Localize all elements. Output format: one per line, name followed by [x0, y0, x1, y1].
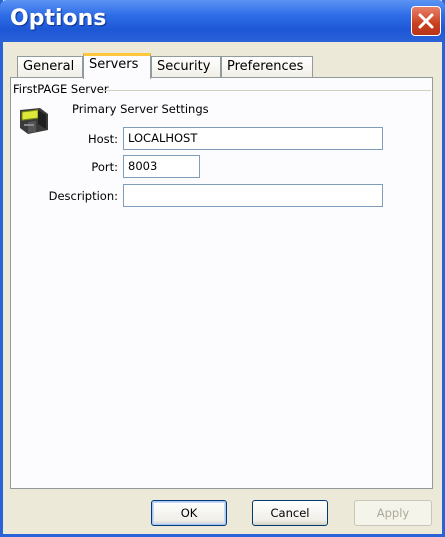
close-icon — [418, 13, 434, 29]
close-button[interactable] — [411, 6, 441, 36]
host-input[interactable]: LOCALHOST — [123, 127, 383, 150]
tab-security[interactable]: Security — [151, 56, 221, 77]
port-label: Port: — [91, 160, 118, 174]
tab-general[interactable]: General — [17, 56, 83, 77]
apply-button[interactable]: Apply — [354, 500, 432, 526]
title-bar[interactable]: Options — [0, 0, 445, 42]
group-divider — [103, 90, 431, 91]
window-title: Options — [10, 6, 107, 31]
description-label: Description: — [48, 189, 118, 203]
server-icon — [20, 108, 48, 134]
host-label: Host: — [87, 132, 118, 146]
cancel-button[interactable]: Cancel — [252, 500, 328, 526]
group-label: FirstPAGE Server — [13, 82, 109, 96]
port-input[interactable]: 8003 — [123, 155, 200, 178]
section-heading: Primary Server Settings — [72, 102, 209, 116]
tab-servers[interactable]: Servers — [83, 53, 151, 79]
ok-button[interactable]: OK — [151, 500, 227, 526]
description-input[interactable] — [123, 184, 383, 207]
tab-preferences[interactable]: Preferences — [221, 56, 313, 77]
